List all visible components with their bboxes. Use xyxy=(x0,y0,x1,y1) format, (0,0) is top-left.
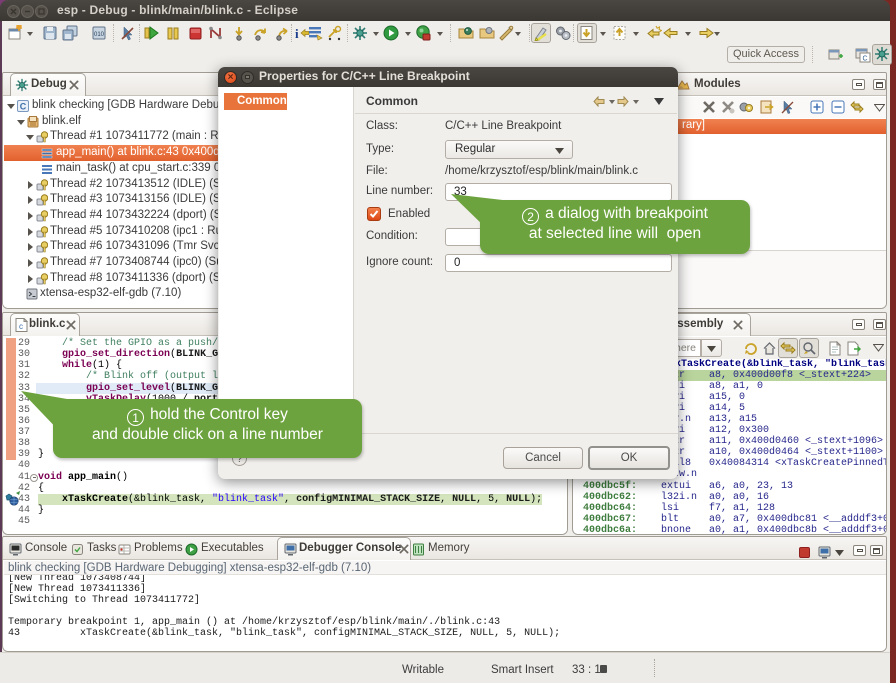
svg-text:C: C xyxy=(20,102,27,112)
svg-text:i: i xyxy=(295,26,299,41)
svg-text:C: C xyxy=(862,56,867,63)
svg-text:010: 010 xyxy=(94,32,105,38)
svg-text:c: c xyxy=(19,322,23,331)
